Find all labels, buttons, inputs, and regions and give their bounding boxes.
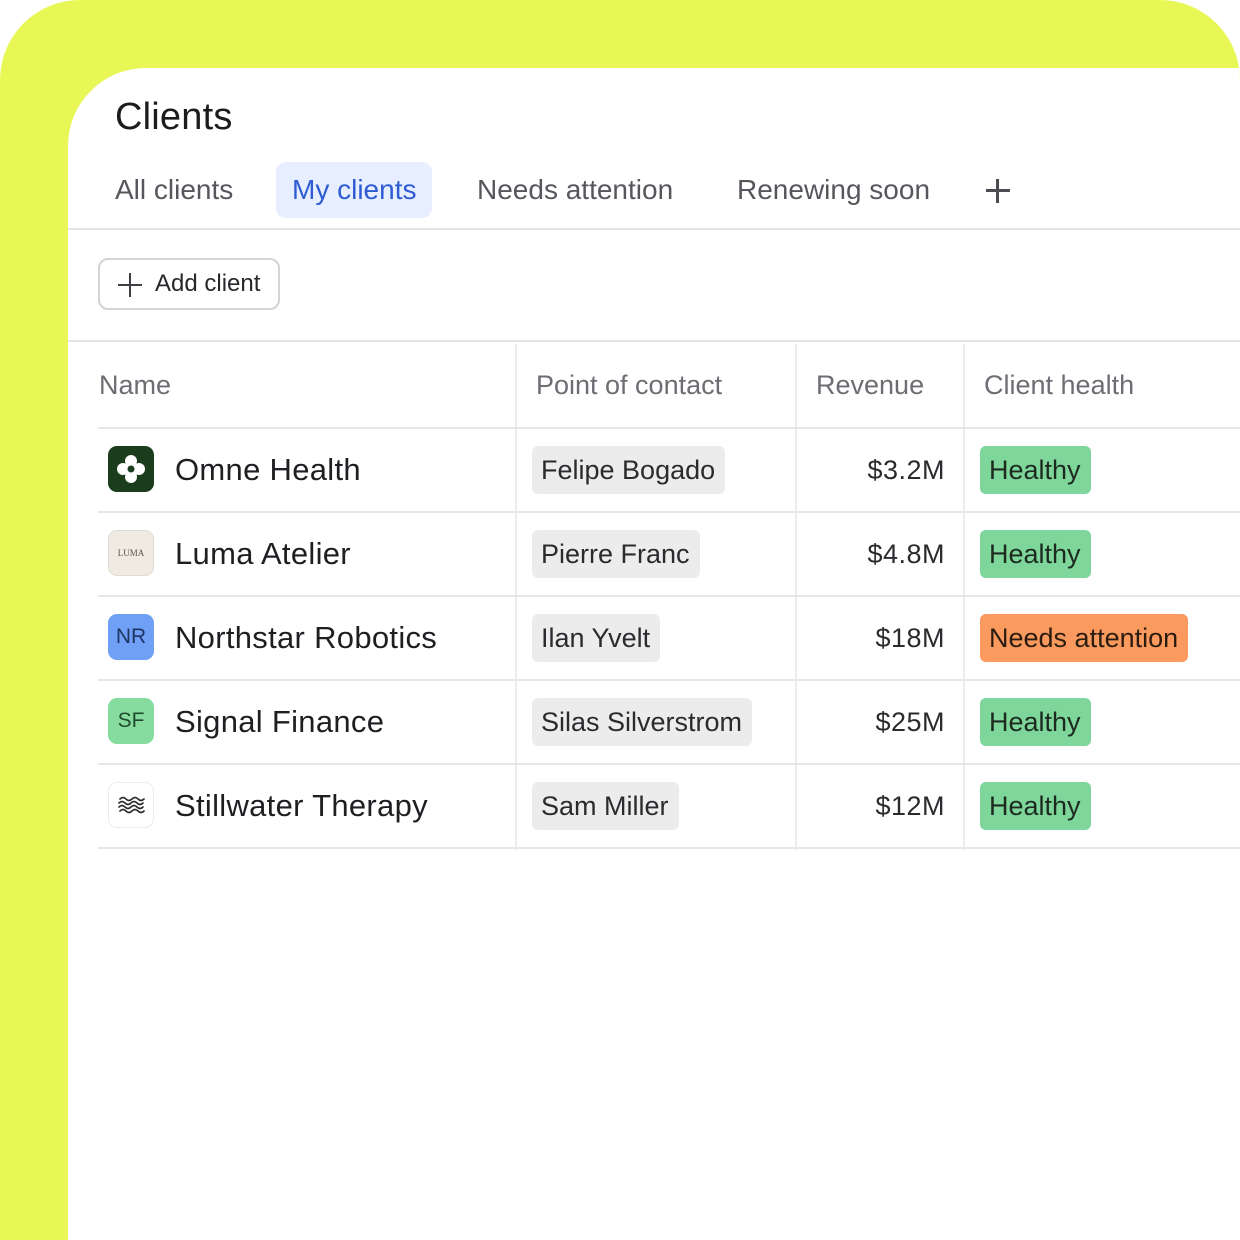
initials-avatar: NR [108,614,154,660]
initials-avatar: SF [108,698,154,744]
plus-icon [118,273,142,297]
tab-all-clients[interactable]: All clients [99,162,249,218]
column-header-revenue[interactable]: Revenue [816,342,924,428]
table-row[interactable]: SF Signal Finance Silas Silverstrom $25M… [68,681,1240,763]
flower-icon [108,446,154,492]
tab-renewing-soon[interactable]: Renewing soon [721,162,946,218]
page-title: Clients [115,96,233,138]
health-badge[interactable]: Healthy [980,446,1091,494]
column-header-health[interactable]: Client health [984,342,1134,428]
luma-logo: LUMA [108,530,154,576]
client-name[interactable]: Omne Health [175,429,361,511]
column-header-name[interactable]: Name [99,342,171,428]
client-name[interactable]: Signal Finance [175,681,384,763]
waves-icon [108,782,154,828]
tabs-divider [68,228,1240,230]
table-row[interactable]: Stillwater Therapy Sam Miller $12M Healt… [68,765,1240,847]
app-backdrop: Clients All clients My clients Needs att… [0,0,1240,1240]
client-name[interactable]: Northstar Robotics [175,597,437,679]
health-badge[interactable]: Needs attention [980,614,1189,662]
view-tabs: All clients My clients Needs attention R… [68,160,1240,224]
health-badge[interactable]: Healthy [980,530,1091,578]
health-badge[interactable]: Healthy [980,782,1091,830]
client-name[interactable]: Stillwater Therapy [175,765,428,847]
revenue-value: $12M [875,791,945,821]
tab-needs-attention[interactable]: Needs attention [461,162,689,218]
contact-chip[interactable]: Silas Silverstrom [532,698,753,746]
column-header-contact[interactable]: Point of contact [536,342,722,428]
tab-my-clients[interactable]: My clients [276,162,433,218]
client-name[interactable]: Luma Atelier [175,513,351,595]
revenue-value: $4.8M [867,539,945,569]
add-tab-plus-icon[interactable] [980,162,1016,218]
add-client-label: Add client [155,270,261,297]
table-row[interactable]: Omne Health Felipe Bogado $3.2M Healthy [68,429,1240,511]
health-badge[interactable]: Healthy [980,698,1091,746]
table-row[interactable]: NR Northstar Robotics Ilan Yvelt $18M Ne… [68,597,1240,679]
add-client-button[interactable]: Add client [98,258,280,310]
revenue-value: $18M [875,623,945,653]
contact-chip[interactable]: Sam Miller [532,782,679,830]
contact-chip[interactable]: Felipe Bogado [532,446,726,494]
revenue-value: $3.2M [867,455,945,485]
clients-panel: Clients All clients My clients Needs att… [68,68,1240,1240]
contact-chip[interactable]: Ilan Yvelt [532,614,661,662]
table-row[interactable]: LUMA Luma Atelier Pierre Franc $4.8M Hea… [68,513,1240,595]
row-divider [98,847,1240,849]
contact-chip[interactable]: Pierre Franc [532,530,700,578]
revenue-value: $25M [875,707,945,737]
